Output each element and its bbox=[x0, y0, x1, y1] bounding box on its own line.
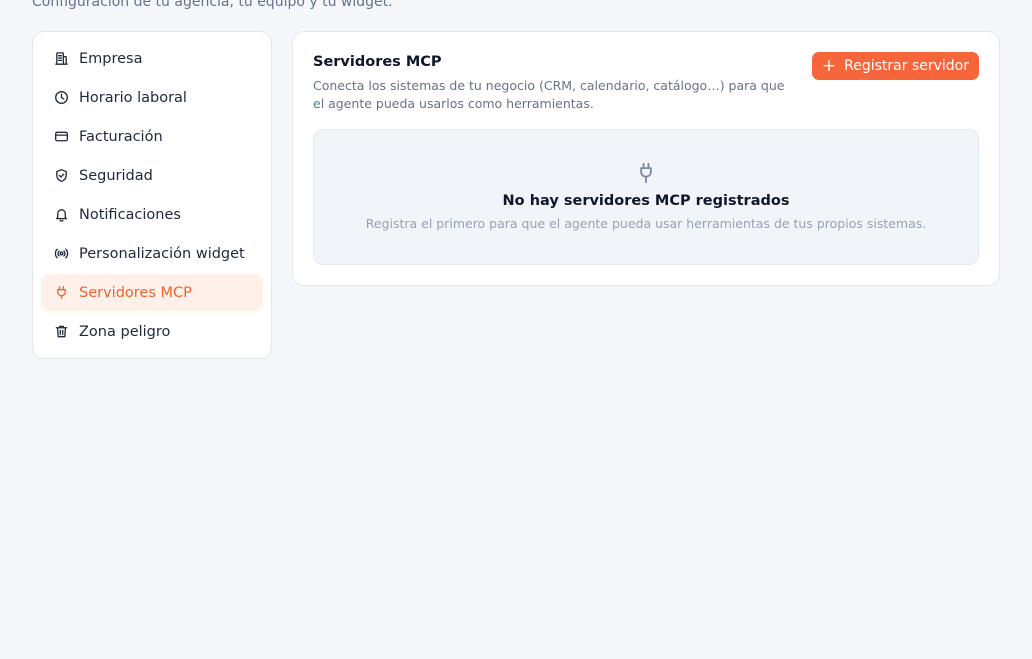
sidebar-item-servidores-mcp[interactable]: Servidores MCP bbox=[41, 274, 263, 311]
plus-icon: + bbox=[821, 55, 837, 76]
clock-icon bbox=[53, 90, 69, 106]
sidebar-item-label: Facturación bbox=[79, 128, 163, 145]
empty-state-description: Registra el primero para que el agente p… bbox=[365, 216, 927, 231]
plug-icon bbox=[640, 162, 652, 184]
sidebar-item-seguridad[interactable]: Seguridad bbox=[41, 157, 263, 194]
credit-card-icon bbox=[53, 129, 69, 145]
register-server-label: Registrar servidor bbox=[844, 58, 969, 74]
sidebar-item-zona-peligro[interactable]: Zona peligro bbox=[41, 313, 263, 350]
plug-icon bbox=[53, 285, 69, 301]
bell-icon bbox=[53, 207, 69, 223]
broadcast-icon bbox=[53, 246, 69, 262]
empty-state: No hay servidores MCP registrados Regist… bbox=[313, 129, 979, 265]
sidebar-item-facturacion[interactable]: Facturación bbox=[41, 118, 263, 155]
sidebar-item-label: Zona peligro bbox=[79, 323, 171, 340]
sidebar-item-label: Seguridad bbox=[79, 167, 153, 184]
shield-check-icon bbox=[53, 168, 69, 184]
trash-icon bbox=[53, 324, 69, 340]
sidebar-item-label: Personalización widget bbox=[79, 245, 245, 262]
sidebar-item-label: Notificaciones bbox=[79, 206, 181, 223]
register-server-button[interactable]: + Registrar servidor bbox=[811, 52, 979, 80]
sidebar-item-label: Servidores MCP bbox=[79, 284, 192, 301]
empty-state-title: No hay servidores MCP registrados bbox=[502, 193, 790, 209]
settings-sidebar: Empresa Horario laboral Facturación Segu… bbox=[32, 31, 272, 359]
page-subtitle: Configuración de tu agencia, tu equipo y… bbox=[32, 0, 393, 10]
sidebar-item-notificaciones[interactable]: Notificaciones bbox=[41, 196, 263, 233]
sidebar-item-label: Empresa bbox=[79, 50, 143, 67]
building-icon bbox=[53, 51, 69, 67]
mcp-servers-panel: Servidores MCP Conecta los sistemas de t… bbox=[292, 31, 1000, 286]
sidebar-item-horario-laboral[interactable]: Horario laboral bbox=[41, 79, 263, 116]
panel-description: Conecta los sistemas de tu negocio (CRM,… bbox=[313, 78, 785, 111]
sidebar-item-label: Horario laboral bbox=[79, 89, 187, 106]
sidebar-item-personalizacion-widget[interactable]: Personalización widget bbox=[41, 235, 263, 272]
panel-title: Servidores MCP bbox=[313, 54, 442, 70]
sidebar-item-empresa[interactable]: Empresa bbox=[41, 40, 263, 77]
